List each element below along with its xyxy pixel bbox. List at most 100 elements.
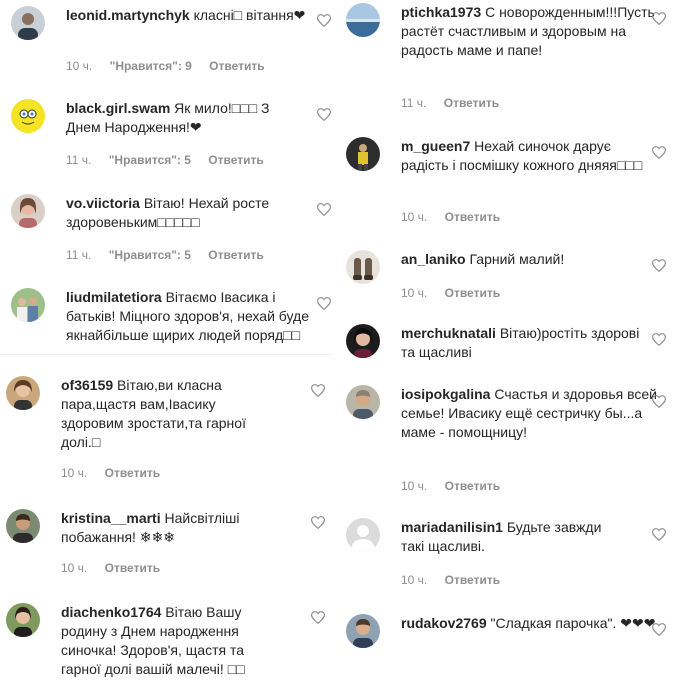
- avatar[interactable]: [346, 137, 380, 171]
- username-link[interactable]: liudmilatetiora: [66, 289, 162, 305]
- like-heart-icon[interactable]: [311, 611, 325, 624]
- comment-body: kristina__marti Найсвітліші побажання! ❄…: [61, 509, 271, 547]
- timestamp: 10 ч.: [61, 561, 88, 575]
- timestamp: 11 ч.: [66, 248, 92, 262]
- avatar[interactable]: [11, 194, 45, 228]
- reply-button[interactable]: Ответить: [208, 153, 263, 167]
- woman-avatar-icon: [346, 324, 380, 358]
- reply-button[interactable]: Ответить: [445, 286, 500, 300]
- avatar[interactable]: [6, 376, 40, 410]
- avatar[interactable]: [11, 99, 45, 133]
- avatar[interactable]: [346, 518, 380, 552]
- person-avatar-icon: [11, 6, 45, 40]
- timestamp: 11 ч.: [401, 96, 427, 110]
- comment-body: rudakov2769 "Сладкая парочка". ❤❤❤: [401, 614, 656, 633]
- like-heart-icon[interactable]: [652, 623, 666, 636]
- like-heart-icon[interactable]: [317, 108, 331, 121]
- username-link[interactable]: diachenko1764: [61, 604, 161, 620]
- comment-body: vo.viictoria Вітаю! Нехай росте здоровен…: [66, 194, 306, 232]
- comment-body: diachenko1764 Вітаю Вашу родину з Днем н…: [61, 603, 271, 679]
- avatar[interactable]: [6, 509, 40, 543]
- comment-body: black.girl.swam Як мило!□□□ З Днем Народ…: [66, 99, 306, 137]
- woman-avatar-icon: [6, 603, 40, 637]
- like-heart-icon[interactable]: [317, 14, 331, 27]
- woman-avatar-icon: [11, 194, 45, 228]
- avatar[interactable]: [11, 288, 45, 322]
- likes-count-button[interactable]: "Нравится": 9: [110, 59, 192, 73]
- username-link[interactable]: kristina__marti: [61, 510, 161, 526]
- comment-meta: 10 ч. Ответить: [61, 466, 174, 480]
- like-heart-icon[interactable]: [311, 384, 325, 397]
- timestamp: 10 ч.: [401, 286, 428, 300]
- comment-body: leonid.martynchyk класні□ вітання❤: [66, 6, 316, 25]
- default-avatar-icon: [346, 518, 380, 552]
- avatar[interactable]: [346, 3, 380, 37]
- like-heart-icon[interactable]: [317, 297, 331, 310]
- reply-button[interactable]: Ответить: [105, 466, 160, 480]
- avatar[interactable]: [11, 6, 45, 40]
- username-link[interactable]: ptichka1973: [401, 4, 481, 20]
- username-link[interactable]: mariadanilisin1: [401, 519, 503, 535]
- reply-button[interactable]: Ответить: [445, 210, 500, 224]
- timestamp: 10 ч.: [66, 59, 93, 73]
- timestamp: 10 ч.: [61, 466, 88, 480]
- comment-body: m_gueen7 Нехай синочок дарує радість і п…: [401, 137, 651, 175]
- comment-meta: 11 ч. Ответить: [401, 96, 513, 110]
- likes-count-button[interactable]: "Нравится": 5: [109, 153, 191, 167]
- like-heart-icon[interactable]: [652, 333, 666, 346]
- comment-body: ptichka1973 С новорожденным!!!Пусть раст…: [401, 3, 661, 60]
- timestamp: 11 ч.: [66, 153, 92, 167]
- comment-body: liudmilatetiora Вітаємо Івасика і батькі…: [66, 288, 311, 345]
- username-link[interactable]: of36159: [61, 377, 113, 393]
- like-heart-icon[interactable]: [311, 516, 325, 529]
- timestamp: 10 ч.: [401, 479, 428, 493]
- avatar[interactable]: [346, 385, 380, 419]
- username-link[interactable]: iosipokgalina: [401, 386, 490, 402]
- comment-text: Гарний малий!: [469, 251, 565, 267]
- username-link[interactable]: merchuknatali: [401, 325, 496, 341]
- yellow-figure-avatar-icon: [346, 137, 380, 171]
- reply-button[interactable]: Ответить: [208, 248, 263, 262]
- comment-body: mariadanilisin1 Будьте завжди такі щасли…: [401, 518, 621, 556]
- avatar[interactable]: [6, 603, 40, 637]
- reply-button[interactable]: Ответить: [445, 573, 500, 587]
- reply-button[interactable]: Ответить: [444, 96, 499, 110]
- woman-avatar-icon: [6, 376, 40, 410]
- username-link[interactable]: an_laniko: [401, 251, 466, 267]
- reply-button[interactable]: Ответить: [209, 59, 264, 73]
- timestamp: 10 ч.: [401, 210, 428, 224]
- comment-meta: 10 ч. Ответить: [401, 286, 514, 300]
- man-avatar-icon: [346, 614, 380, 648]
- username-link[interactable]: vo.viictoria: [66, 195, 140, 211]
- comment-meta: 10 ч. Ответить: [401, 479, 514, 493]
- comment-meta: 11 ч. "Нравится": 5 Ответить: [66, 248, 278, 262]
- username-link[interactable]: black.girl.swam: [66, 100, 170, 116]
- comment-body: an_laniko Гарний малий!: [401, 250, 661, 269]
- likes-count-button[interactable]: "Нравится": 5: [109, 248, 191, 262]
- like-heart-icon[interactable]: [652, 528, 666, 541]
- spongebob-avatar-icon: [11, 99, 45, 133]
- avatar[interactable]: [346, 324, 380, 358]
- like-heart-icon[interactable]: [652, 259, 666, 272]
- username-link[interactable]: m_gueen7: [401, 138, 470, 154]
- username-link[interactable]: rudakov2769: [401, 615, 487, 631]
- comment-meta: 11 ч. "Нравится": 5 Ответить: [66, 153, 278, 167]
- username-link[interactable]: leonid.martynchyk: [66, 7, 190, 23]
- like-heart-icon[interactable]: [652, 12, 666, 25]
- reply-button[interactable]: Ответить: [445, 479, 500, 493]
- comment-meta: 10 ч. "Нравится": 9 Ответить: [66, 59, 279, 73]
- like-heart-icon[interactable]: [652, 395, 666, 408]
- reply-button[interactable]: Ответить: [105, 561, 160, 575]
- timestamp: 10 ч.: [401, 573, 428, 587]
- comment-body: merchuknatali Вітаю)ростіть здорові та щ…: [401, 324, 651, 362]
- like-heart-icon[interactable]: [317, 203, 331, 216]
- comment-meta: 10 ч. Ответить: [61, 561, 174, 575]
- man-avatar-icon: [346, 385, 380, 419]
- man-avatar-icon: [6, 509, 40, 543]
- avatar[interactable]: [346, 250, 380, 284]
- avatar[interactable]: [346, 614, 380, 648]
- sea-avatar-icon: [346, 3, 380, 37]
- like-heart-icon[interactable]: [652, 146, 666, 159]
- shoes-avatar-icon: [346, 250, 380, 284]
- comment-meta: 10 ч. Ответить: [401, 573, 514, 587]
